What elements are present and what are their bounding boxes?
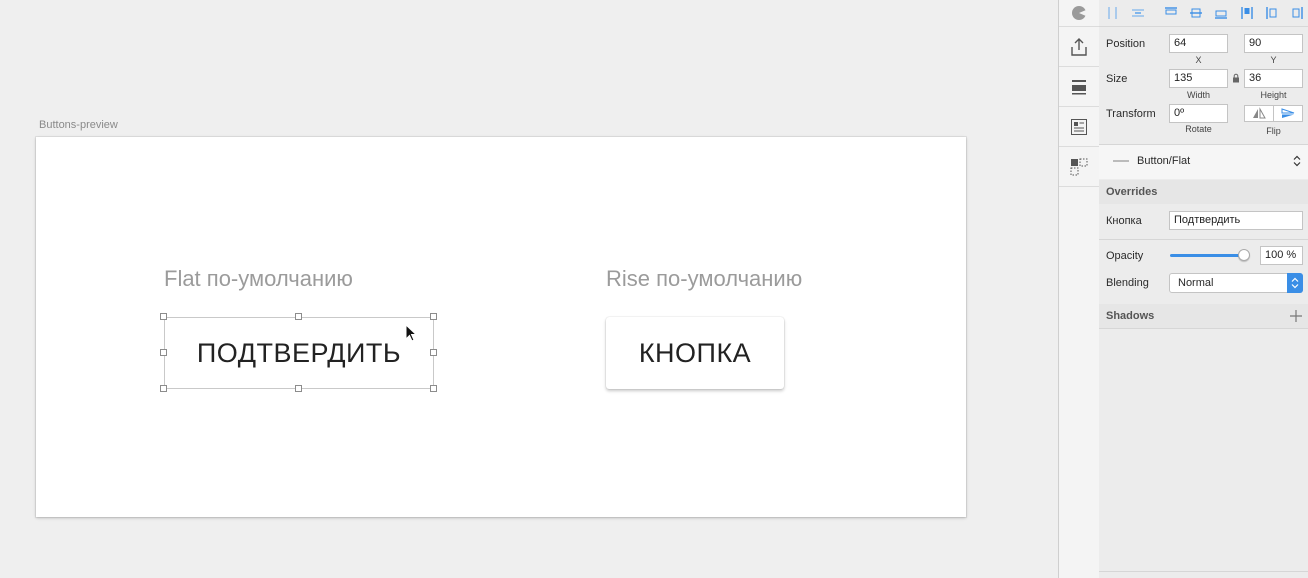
flip-horizontal-button[interactable] — [1244, 105, 1274, 122]
inspector-toolbar — [1058, 0, 1100, 578]
distribute-vertical-icon[interactable] — [1131, 6, 1145, 20]
mouse-pointer-icon — [405, 324, 417, 342]
distribute-horizontal-icon[interactable] — [1106, 6, 1120, 20]
align-bottom-icon[interactable] — [1290, 6, 1304, 20]
divider — [1099, 239, 1308, 240]
resize-handle[interactable] — [295, 313, 302, 320]
canvas[interactable]: Buttons-preview Flat по-умолчанию Rise п… — [0, 0, 1058, 578]
align-center-icon[interactable] — [1189, 6, 1203, 20]
align-left-icon[interactable] — [1164, 6, 1178, 20]
export-button[interactable] — [1059, 27, 1099, 67]
symbol-selector[interactable]: Button/Flat — [1099, 145, 1308, 179]
palette-button[interactable] — [1059, 0, 1099, 27]
position-label: Position — [1106, 38, 1146, 50]
resize-handle[interactable] — [430, 313, 437, 320]
position-y-input[interactable]: 90 — [1244, 34, 1303, 53]
symbol-icon — [1070, 158, 1088, 175]
inspector-panel: Position 64 90 X Y Size 135 36 Width Hei… — [1099, 0, 1308, 578]
flip-horizontal-icon — [1253, 107, 1266, 119]
rise-caption: Rise по-умолчанию — [606, 266, 803, 291]
resize-handle[interactable] — [160, 385, 167, 392]
symbol-name: Button/Flat — [1137, 155, 1191, 167]
alignment-toolbar — [1099, 0, 1308, 27]
resize-handle[interactable] — [430, 349, 437, 356]
align-middle-icon[interactable] — [1265, 6, 1279, 20]
text-style-icon — [1071, 118, 1087, 135]
text-style-button[interactable] — [1059, 107, 1099, 147]
align-top-icon[interactable] — [1240, 6, 1254, 20]
lock-icon[interactable] — [1232, 73, 1240, 83]
blending-select[interactable]: Normal — [1169, 273, 1303, 293]
symbol-thumbnail-icon — [1113, 160, 1129, 162]
symbol-button[interactable] — [1059, 147, 1099, 187]
position-y-caption: Y — [1270, 55, 1277, 65]
width-caption: Width — [1186, 90, 1210, 100]
selection-box — [164, 317, 434, 389]
resize-handle[interactable] — [295, 385, 302, 392]
width-input[interactable]: 135 — [1169, 69, 1228, 88]
position-x-caption: X — [1195, 55, 1202, 65]
flat-caption: Flat по-умолчанию — [164, 266, 353, 291]
opacity-label: Opacity — [1106, 250, 1144, 262]
rotate-input[interactable]: 0º — [1169, 104, 1228, 123]
chevron-updown-icon — [1293, 155, 1301, 167]
opacity-slider-knob[interactable] — [1238, 249, 1250, 261]
height-input[interactable]: 36 — [1244, 69, 1303, 88]
artboard-name[interactable]: Buttons-preview — [39, 119, 118, 131]
position-x-input[interactable]: 64 — [1169, 34, 1228, 53]
flip-vertical-icon — [1281, 108, 1295, 118]
resize-handle[interactable] — [160, 313, 167, 320]
resize-handle[interactable] — [160, 349, 167, 356]
flip-vertical-button[interactable] — [1273, 105, 1303, 122]
shadows-title: Shadows — [1106, 310, 1155, 322]
blending-value: Normal — [1178, 277, 1214, 289]
override-text-input[interactable]: Подтвердить — [1169, 211, 1303, 230]
size-label: Size — [1106, 73, 1128, 85]
rotate-caption: Rotate — [1185, 124, 1212, 134]
opacity-slider[interactable] — [1170, 254, 1245, 257]
overrides-header: Overrides — [1099, 180, 1308, 204]
layer-style-icon — [1072, 79, 1086, 94]
rise-button[interactable]: КНОПКА — [606, 317, 784, 389]
blending-label: Blending — [1106, 277, 1149, 289]
transform-label: Transform — [1106, 108, 1156, 120]
resize-handle[interactable] — [430, 385, 437, 392]
add-shadow-icon[interactable] — [1290, 310, 1302, 322]
layer-style-button[interactable] — [1059, 67, 1099, 107]
override-field-label: Кнопка — [1106, 215, 1142, 227]
flip-caption: Flip — [1266, 126, 1281, 136]
divider — [1099, 328, 1308, 329]
opacity-input[interactable]: 100 % — [1260, 246, 1303, 265]
select-arrow — [1287, 273, 1303, 293]
palette-icon — [1072, 6, 1087, 20]
export-icon — [1071, 37, 1087, 56]
chevron-updown-icon — [1291, 277, 1299, 289]
shadows-header: Shadows — [1099, 304, 1308, 328]
align-right-icon[interactable] — [1214, 6, 1228, 20]
divider — [1099, 571, 1308, 572]
artboard[interactable]: Flat по-умолчанию Rise по-умолчанию ПОДТ… — [36, 137, 966, 517]
height-caption: Height — [1260, 90, 1287, 100]
overrides-title: Overrides — [1106, 186, 1158, 198]
